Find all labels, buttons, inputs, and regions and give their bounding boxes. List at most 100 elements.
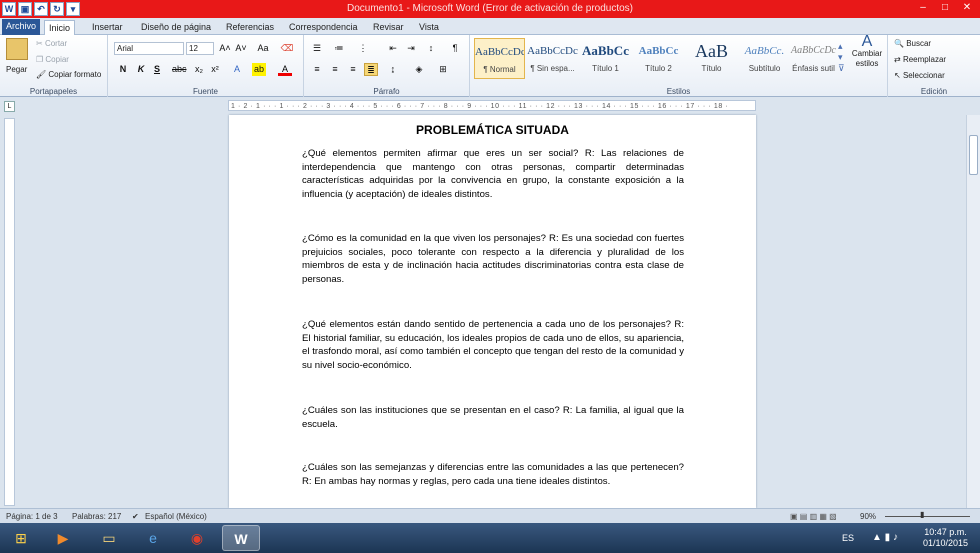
document-heading: PROBLEMÁTICA SITUADA (416, 123, 569, 137)
scrollbar-thumb[interactable] (969, 135, 978, 175)
bullets-icon[interactable]: ☰ (310, 42, 324, 55)
style-title[interactable]: AaB Título (686, 38, 737, 79)
italic-icon[interactable]: K (134, 63, 148, 76)
shading-icon[interactable]: ◈ (412, 63, 426, 76)
copy-icon: ❐ (36, 55, 46, 64)
zoom-slider[interactable] (885, 516, 970, 517)
find-button[interactable]: 🔍 Buscar (894, 39, 931, 48)
text-effects-icon[interactable]: A (230, 63, 244, 76)
zoom-thumb-icon[interactable]: ▮ (920, 510, 924, 519)
grow-font-icon[interactable]: A˄ (218, 42, 232, 55)
copy-button[interactable]: ❐ Copiar (36, 55, 69, 64)
font-size-combo[interactable]: 12 (186, 42, 214, 55)
tab-selector-icon[interactable]: L (4, 101, 15, 112)
proofing-icon[interactable]: ✔ (132, 512, 139, 521)
paste-icon[interactable] (6, 38, 28, 60)
vertical-scrollbar[interactable] (966, 115, 980, 508)
title-bar: W ▣ ↶ ↻ ▾ Documento1 - Microsoft Word (E… (0, 0, 980, 18)
window-controls: – □ ✕ (914, 1, 976, 15)
style-heading-2[interactable]: AaBbCc Título 2 (633, 38, 684, 79)
chrome-icon[interactable]: ◉ (178, 525, 216, 551)
view-buttons-icon[interactable]: ▣ ▤ ▥ ▦ ▧ (790, 512, 837, 521)
tab-view[interactable]: Vista (415, 20, 443, 35)
multilevel-list-icon[interactable]: ⋮ (356, 42, 370, 55)
numbering-icon[interactable]: ≔ (332, 42, 346, 55)
document-page[interactable]: PROBLEMÁTICA SITUADA ¿Qué elementos perm… (229, 115, 756, 508)
superscript-icon[interactable]: x² (208, 63, 222, 76)
tab-page-layout[interactable]: Diseño de página (137, 20, 215, 35)
format-painter-button[interactable]: 🖌 Copiar formato (36, 70, 101, 79)
align-right-icon[interactable]: ≡ (346, 63, 360, 76)
clear-format-icon[interactable]: ⌫ (280, 42, 294, 55)
window-title: Documento1 - Microsoft Word (Error de ac… (346, 3, 634, 14)
language-indicator[interactable]: Español (México) (145, 512, 207, 521)
close-icon[interactable]: ✕ (958, 1, 976, 15)
tab-references[interactable]: Referencias (222, 20, 278, 35)
editing-group-label: Edición (920, 87, 948, 96)
word-count[interactable]: Palabras: 217 (72, 512, 121, 521)
tray-icons[interactable]: ▲ ▮ ♪ (872, 532, 898, 543)
underline-icon[interactable]: S (150, 63, 164, 76)
style-no-spacing[interactable]: AaBbCcDc ¶ Sin espa... (527, 38, 578, 79)
subscript-icon[interactable]: x₂ (192, 63, 206, 76)
borders-icon[interactable]: ⊞ (436, 63, 450, 76)
align-center-icon[interactable]: ≡ (328, 63, 342, 76)
scissors-icon: ✂ (36, 39, 45, 48)
ribbon: Pegar ✂ Cortar ❐ Copiar 🖌 Copiar formato… (0, 34, 980, 97)
editing-group: 🔍 Buscar ⇄ Reemplazar ↖ Seleccionar Edic… (888, 35, 980, 97)
word-taskbar-icon[interactable]: W (222, 525, 260, 551)
style-subtitle[interactable]: AaBbCc. Subtítulo (739, 38, 790, 79)
increase-indent-icon[interactable]: ⇥ (404, 42, 418, 55)
paragraph-4: ¿Cuáles son las instituciones que se pre… (302, 405, 684, 430)
tab-insert[interactable]: Insertar (88, 20, 127, 35)
horizontal-ruler[interactable]: 1 · 2 · 1 · · · 1 · · · 2 · · · 3 · · · … (228, 100, 756, 111)
start-button-icon[interactable]: ⊞ (2, 525, 40, 551)
justify-icon[interactable]: ≣ (364, 63, 378, 76)
zoom-level[interactable]: 90% (860, 512, 876, 521)
change-case-icon[interactable]: Aa (256, 42, 270, 55)
paragraph-5: ¿Cuáles son las semejanzas y diferencias… (302, 462, 684, 487)
styles-scroll-icon[interactable]: ▴ ▾ ⊽ (838, 41, 845, 74)
highlight-icon[interactable]: ab (252, 63, 266, 76)
horizontal-ruler-bar: 1 · 2 · 1 · · · 1 · · · 2 · · · 3 · · · … (0, 97, 980, 115)
line-spacing-icon[interactable]: ↨ (386, 63, 400, 76)
tab-file[interactable]: Archivo (2, 19, 40, 35)
paragraph-2: ¿Cómo es la comunidad en la que viven lo… (302, 233, 684, 286)
font-name-combo[interactable]: Arial (114, 42, 184, 55)
paragraph-3: ¿Qué elementos están dando sentido de pe… (302, 319, 684, 372)
tab-review[interactable]: Revisar (369, 20, 408, 35)
minimize-icon[interactable]: – (914, 1, 932, 15)
style-normal[interactable]: AaBbCcDc ¶ Normal (474, 38, 525, 79)
show-marks-icon[interactable]: ¶ (448, 42, 462, 55)
align-left-icon[interactable]: ≡ (310, 63, 324, 76)
internet-explorer-icon[interactable]: e (134, 525, 172, 551)
cut-button[interactable]: ✂ Cortar (36, 39, 67, 48)
tab-home[interactable]: Inicio (44, 20, 76, 36)
paragraph-1: ¿Qué elementos permiten afirmar que eres… (302, 148, 684, 201)
maximize-icon[interactable]: □ (936, 1, 954, 15)
clipboard-group: Pegar ✂ Cortar ❐ Copiar 🖌 Copiar formato… (0, 35, 108, 97)
bold-icon[interactable]: N (116, 63, 130, 76)
page-count[interactable]: Página: 1 de 3 (6, 512, 58, 521)
cursor-icon: ↖ (894, 71, 903, 80)
paste-button[interactable]: Pegar (6, 65, 27, 74)
shrink-font-icon[interactable]: A˅ (234, 42, 248, 55)
sort-icon[interactable]: ↕ (424, 42, 438, 55)
change-styles-button[interactable]: A Cambiar estilos (851, 34, 883, 69)
style-heading-1[interactable]: AaBbCc Título 1 (580, 38, 631, 79)
system-clock[interactable]: 10:47 p.m. 01/10/2015 (923, 527, 968, 549)
style-subtle-emphasis[interactable]: AaBbCcDc Énfasis sutil (788, 38, 839, 79)
input-language[interactable]: ES (842, 533, 854, 543)
media-player-icon[interactable]: ▶ (44, 525, 82, 551)
replace-button[interactable]: ⇄ Reemplazar (894, 55, 946, 64)
clock-time: 10:47 p.m. (924, 527, 967, 537)
change-styles-icon: A (861, 33, 873, 50)
decrease-indent-icon[interactable]: ⇤ (386, 42, 400, 55)
file-explorer-icon[interactable]: ▭ (90, 525, 128, 551)
select-button[interactable]: ↖ Seleccionar (894, 71, 945, 80)
font-color-icon[interactable]: A (278, 63, 292, 76)
vertical-ruler[interactable] (4, 118, 15, 506)
strikethrough-icon[interactable]: abc (172, 63, 187, 76)
tab-mailings[interactable]: Correspondencia (285, 20, 362, 35)
ribbon-tabs: Archivo Inicio Insertar Diseño de página… (0, 18, 980, 36)
